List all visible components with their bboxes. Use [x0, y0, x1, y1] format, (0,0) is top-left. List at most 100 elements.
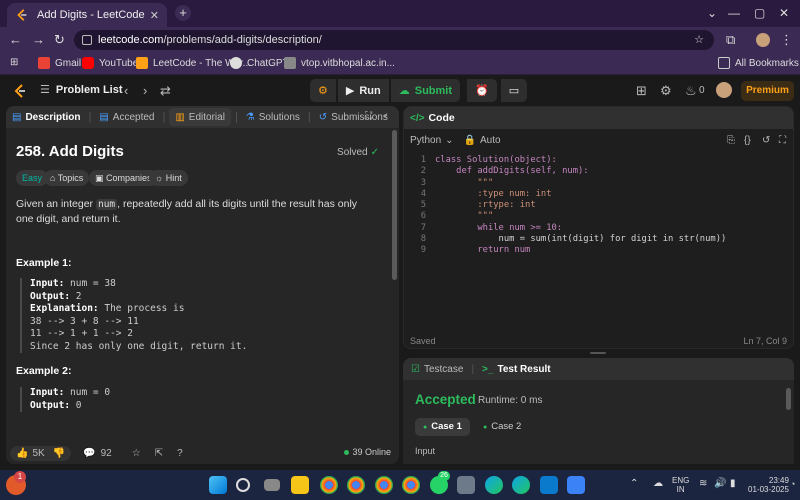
task-view-icon[interactable] [264, 479, 280, 491]
thumbs-up-icon: 👍 [16, 447, 29, 459]
url-field[interactable]: leetcode.com/problems/add-digits/descrip… [74, 30, 714, 50]
test-scrollbar[interactable] [786, 388, 791, 410]
browser-tab[interactable]: Add Digits - LeetCode ✕ [7, 3, 167, 27]
bookmark-vtop[interactable]: vtop.vitbhopal.ac.in... [284, 57, 395, 69]
bookmark-youtube[interactable]: YouTube [82, 57, 138, 69]
volume-icon[interactable]: 🔊 [714, 478, 726, 489]
chrome-icon[interactable] [375, 476, 393, 494]
shuffle-icon[interactable]: ⇄ [160, 83, 171, 99]
tab-solutions[interactable]: ⚗ Solutions [240, 106, 306, 128]
premium-button[interactable]: Premium [741, 81, 794, 101]
tab-description[interactable]: ▤ Description [6, 106, 86, 128]
companies-chip[interactable]: ▣ Companies [89, 170, 158, 186]
tab-label: Editorial [188, 111, 225, 123]
expand-icon[interactable]: ⛶ [365, 111, 372, 122]
run-button[interactable]: ▶ Run [337, 79, 389, 102]
back-icon[interactable]: ← [9, 32, 22, 47]
reset-icon[interactable]: ↺ [762, 135, 770, 146]
share-icon[interactable]: ⇱ [155, 448, 163, 459]
tab-testcase[interactable]: ☑ Testcase [411, 364, 463, 375]
language-label: Python [410, 134, 442, 146]
language-select[interactable]: Python ⌄ [410, 135, 454, 146]
apps-icon[interactable]: ⊞ [10, 57, 18, 68]
case-1-tab[interactable]: ● Case 1 [415, 418, 470, 436]
bookmark-label: Gmail [55, 57, 82, 69]
forward-icon[interactable]: → [32, 32, 45, 47]
description-scrollbar[interactable] [392, 130, 397, 280]
file-explorer-icon[interactable] [291, 476, 309, 494]
favorite-star-icon[interactable]: ☆ [132, 448, 141, 459]
fullscreen-icon[interactable]: ⛶ [779, 135, 786, 146]
camera-icon[interactable] [457, 476, 475, 494]
language-indicator[interactable]: ENG IN [672, 476, 689, 494]
problem-footer: 👍 5K 👎 💬 92 ☆ ⇱ ? [6, 442, 399, 464]
search-icon[interactable] [236, 478, 250, 492]
edge-icon[interactable] [485, 476, 503, 494]
hint-chip[interactable]: ☼ Hint [149, 170, 188, 186]
prev-problem-icon[interactable]: ‹ [124, 83, 128, 98]
auto-mode[interactable]: 🔒 Auto [464, 135, 501, 146]
tab-close-icon[interactable]: ✕ [150, 9, 159, 22]
vscode-icon[interactable] [540, 476, 558, 494]
extensions-icon[interactable]: ⧉ [726, 32, 735, 48]
submit-button[interactable]: ☁ Submit [390, 79, 461, 102]
test-tabs: ☑ Testcase | >_ Test Result [403, 358, 794, 380]
case-2-tab[interactable]: ● Case 2 [475, 418, 529, 436]
topics-chip[interactable]: ⌂ Topics [44, 170, 90, 186]
settings-gear-icon[interactable]: ⚙ [660, 83, 672, 99]
minimize-icon[interactable]: — [728, 6, 740, 20]
wifi-icon[interactable]: ≋ [699, 478, 707, 489]
maximize-icon[interactable]: ▢ [754, 6, 765, 20]
code-editor[interactable]: 1 class Solution(object): 2 def addDigits(… [404, 155, 793, 257]
star-icon[interactable]: ☆ [694, 30, 704, 50]
tab-accepted[interactable]: ▤ Accepted [93, 106, 160, 128]
chrome-icon[interactable] [402, 476, 420, 494]
problem-list-button[interactable]: ☰ Problem List [40, 83, 123, 97]
clock[interactable]: 23:49 01-03-2025 [748, 476, 789, 494]
like-button[interactable]: 👍 5K 👎 [10, 445, 72, 461]
windows-start-icon[interactable] [209, 476, 227, 494]
line-number: 2 [420, 166, 426, 177]
collapse-icon[interactable]: ‹ [384, 110, 388, 122]
bookmark-chatgpt[interactable]: ChatGPT [230, 57, 289, 69]
check-circle-icon: ✓ [370, 147, 379, 158]
tab-test-result[interactable]: >_ Test Result [482, 364, 551, 375]
debug-button[interactable]: ⚙ [310, 79, 336, 102]
bookmark-icon[interactable]: ⎘ [727, 135, 735, 146]
chrome-icon[interactable] [347, 476, 365, 494]
accepted-icon: ▤ [99, 111, 109, 123]
help-icon[interactable]: ? [177, 448, 183, 459]
window-menu-icon[interactable]: ⌄ [707, 6, 717, 20]
reload-icon[interactable]: ↻ [54, 32, 65, 48]
all-bookmarks[interactable]: All Bookmarks [718, 57, 799, 69]
weather-badge: 1 [14, 471, 26, 483]
tab-editorial[interactable]: ▥ Editorial [169, 108, 231, 126]
timer-button[interactable]: ⏰ [467, 79, 497, 102]
comment-icon[interactable]: 💬 [83, 448, 95, 459]
site-info-icon[interactable] [82, 35, 92, 45]
streak-fire-icon[interactable]: ♨ [685, 83, 697, 99]
notification-icon[interactable]: ◔ [790, 479, 795, 489]
bookmark-gmail[interactable]: Gmail [38, 57, 81, 69]
profile-avatar[interactable] [756, 33, 770, 47]
notes-button[interactable]: ▭ [500, 79, 528, 102]
next-problem-icon[interactable]: › [143, 83, 147, 98]
verdict: Accepted [415, 392, 476, 407]
leetcode-logo-icon[interactable] [12, 83, 28, 99]
tab-divider: | [471, 363, 475, 375]
cloud-icon[interactable]: ☁ [653, 478, 663, 489]
chrome-icon[interactable] [320, 476, 338, 494]
user-avatar[interactable] [716, 82, 732, 98]
chevron-up-icon[interactable]: ⌃ [630, 478, 638, 489]
new-tab-button[interactable]: + [175, 5, 191, 21]
close-window-icon[interactable]: ✕ [779, 6, 789, 20]
panel-resize-handle[interactable] [590, 352, 606, 354]
browser-menu-icon[interactable]: ⋮ [780, 32, 793, 48]
battery-icon[interactable]: ▮ [730, 478, 736, 489]
todo-icon[interactable] [567, 476, 585, 494]
edge-icon[interactable] [512, 476, 530, 494]
tab-submissions[interactable]: ↺ Submissions [313, 106, 394, 128]
layout-icon[interactable]: ⊞ [636, 83, 647, 99]
thumbs-down-icon[interactable]: 👎 [53, 448, 65, 459]
format-braces-icon[interactable]: {} [744, 135, 751, 146]
